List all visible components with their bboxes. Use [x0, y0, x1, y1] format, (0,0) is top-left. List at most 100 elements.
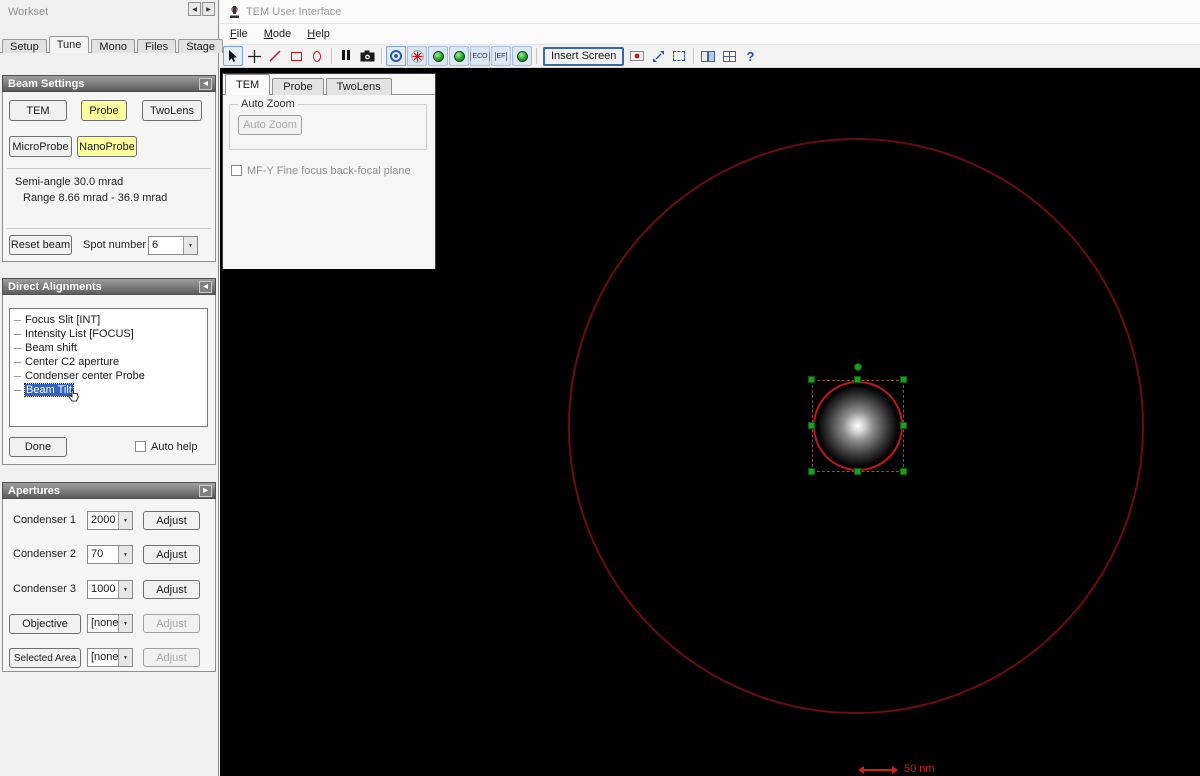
menu-mode[interactable]: Mode [256, 25, 300, 43]
pointer-icon [229, 50, 237, 62]
collapse-icon: ◀ [203, 284, 208, 290]
control-panel-body: Auto Zoom Auto Zoom MF-Y Fine focus back… [223, 95, 435, 269]
tab-files[interactable]: Files [136, 39, 177, 53]
window-title: TEM User Interface [246, 5, 342, 18]
ef-mode-button[interactable]: EF [491, 46, 511, 66]
selection-handle-s[interactable] [854, 468, 861, 475]
condenser3-adjust-button[interactable]: Adjust [143, 580, 200, 599]
selection-handle-nw[interactable] [808, 376, 815, 383]
app-icon [230, 5, 239, 18]
eco-mode-button[interactable]: ECO [470, 46, 490, 66]
done-button[interactable]: Done [9, 437, 67, 457]
selection-rotation-handle[interactable] [854, 363, 862, 371]
status-green-button-2[interactable] [449, 46, 469, 66]
tab-tune[interactable]: Tune [48, 36, 90, 53]
move-tool-button[interactable] [244, 46, 264, 66]
menu-file[interactable]: File [222, 25, 256, 43]
reset-beam-button[interactable]: Reset beam [9, 235, 72, 255]
tab-stage[interactable]: Stage [178, 39, 223, 53]
objective-adjust-button[interactable]: Adjust [143, 614, 200, 633]
workset-panel: Workset Setup Tune Mono Files Stage ◀ ▶ … [0, 0, 223, 776]
range-text: Range 8.66 mrad - 36.9 mrad [23, 192, 168, 204]
status-green-button-3[interactable] [512, 46, 532, 66]
selection-handle-se[interactable] [900, 468, 907, 475]
camera-icon [360, 50, 374, 62]
list-item-intensity-list[interactable]: Intensity List [FOCUS] [10, 327, 207, 341]
condenser1-adjust-button[interactable]: Adjust [143, 511, 200, 530]
direct-alignments-body: Focus Slit [INT] Intensity List [FOCUS] … [2, 295, 216, 465]
twolens-mode-button[interactable]: TwoLens [142, 100, 202, 121]
beam-settings-collapse-button[interactable]: ◀ [199, 77, 212, 90]
condenser2-adjust-button[interactable]: Adjust [143, 545, 200, 564]
list-item-beam-shift[interactable]: Beam shift [10, 341, 207, 355]
tem-mode-button[interactable]: TEM [9, 100, 67, 121]
selection-handle-e[interactable] [900, 422, 907, 429]
selected-area-button[interactable]: Selected Area [9, 648, 81, 668]
condenser3-dropdown[interactable]: 1000 ▼ [87, 580, 133, 599]
menu-help[interactable]: Help [299, 25, 338, 43]
beam-burst-button[interactable] [407, 46, 427, 66]
ccd-viewport[interactable]: 50 nm TEM Probe TwoLens Auto Zoom Auto Z… [220, 68, 1200, 776]
starburst-icon [410, 49, 424, 63]
beam-marker-button[interactable] [627, 46, 647, 66]
selected-area-dropdown[interactable]: [none] ▼ [87, 648, 133, 667]
crosshair-icon [247, 49, 261, 63]
zoom-extents-button[interactable] [648, 46, 668, 66]
auto-help-checkbox[interactable] [135, 441, 146, 452]
camera-acquire-button[interactable] [357, 46, 377, 66]
book-icon [701, 50, 716, 62]
apertures-expand-button[interactable]: ▶ [199, 484, 212, 497]
condenser1-label: Condenser 1 [13, 514, 76, 526]
pause-acquisition-button[interactable] [336, 46, 356, 66]
help-button[interactable]: ? [740, 46, 760, 66]
window-titlebar: TEM User Interface [220, 0, 1200, 24]
objective-dropdown[interactable]: [none] ▼ [87, 614, 133, 633]
pointer-tool-button[interactable] [223, 46, 243, 66]
list-item-center-c2[interactable]: Center C2 aperture [10, 355, 207, 369]
list-item-condenser-center[interactable]: Condenser center Probe [10, 369, 207, 383]
beam-target-button[interactable] [386, 46, 406, 66]
condenser1-dropdown[interactable]: 2000 ▼ [87, 511, 133, 530]
tab-tem[interactable]: TEM [225, 74, 271, 95]
auto-zoom-button[interactable]: Auto Zoom [238, 115, 302, 135]
status-green-button-1[interactable] [428, 46, 448, 66]
direct-alignments-panel: Direct Alignments ◀ Focus Slit [INT] Int… [2, 278, 216, 465]
target-icon [390, 50, 402, 62]
tab-scroll-right-button[interactable]: ▶ [202, 2, 215, 16]
green-circle-icon [516, 50, 528, 62]
rectangle-tool-button[interactable] [286, 46, 306, 66]
selection-handle-sw[interactable] [808, 468, 815, 475]
toolbar-separator [331, 48, 332, 64]
spot-number-dropdown[interactable]: 6 ▼ [148, 236, 198, 255]
list-item-beam-tilt[interactable]: Beam Tilt [10, 383, 207, 402]
list-item-focus-slit[interactable]: Focus Slit [INT] [10, 313, 207, 327]
direct-alignments-collapse-button[interactable]: ◀ [199, 280, 212, 293]
line-tool-button[interactable] [265, 46, 285, 66]
microprobe-button[interactable]: MicroProbe [9, 136, 72, 157]
probe-mode-button[interactable]: Probe [81, 100, 127, 121]
tab-mono[interactable]: Mono [91, 39, 135, 53]
select-region-button[interactable] [669, 46, 689, 66]
selection-handle-w[interactable] [808, 422, 815, 429]
insert-screen-button[interactable]: Insert Screen [543, 46, 625, 66]
tab-scroll-left-button[interactable]: ◀ [188, 2, 201, 16]
ellipse-tool-button[interactable] [307, 46, 327, 66]
selection-handle-ne[interactable] [900, 376, 907, 383]
condenser2-dropdown[interactable]: 70 ▼ [87, 545, 133, 564]
tab-twolens[interactable]: TwoLens [325, 78, 392, 95]
expand-icon: ▶ [203, 488, 208, 494]
semi-angle-text: Semi-angle 30.0 mrad [15, 176, 124, 188]
objective-button[interactable]: Objective [9, 614, 81, 634]
nanoprobe-button[interactable]: NanoProbe [77, 136, 137, 157]
selection-rectangle[interactable] [812, 380, 904, 472]
tile-view-button[interactable] [719, 46, 739, 66]
selected-area-adjust-button[interactable]: Adjust [143, 648, 200, 667]
dual-pane-button[interactable] [698, 46, 718, 66]
selection-handle-n[interactable] [854, 376, 861, 383]
workset-tab-strip: Setup Tune Mono Files Stage [2, 36, 223, 53]
green-circle-icon [453, 50, 465, 62]
expand-arrows-icon [652, 50, 664, 62]
tab-setup[interactable]: Setup [2, 39, 47, 53]
mfy-fine-focus-checkbox[interactable] [231, 165, 242, 176]
tab-probe[interactable]: Probe [272, 78, 324, 95]
